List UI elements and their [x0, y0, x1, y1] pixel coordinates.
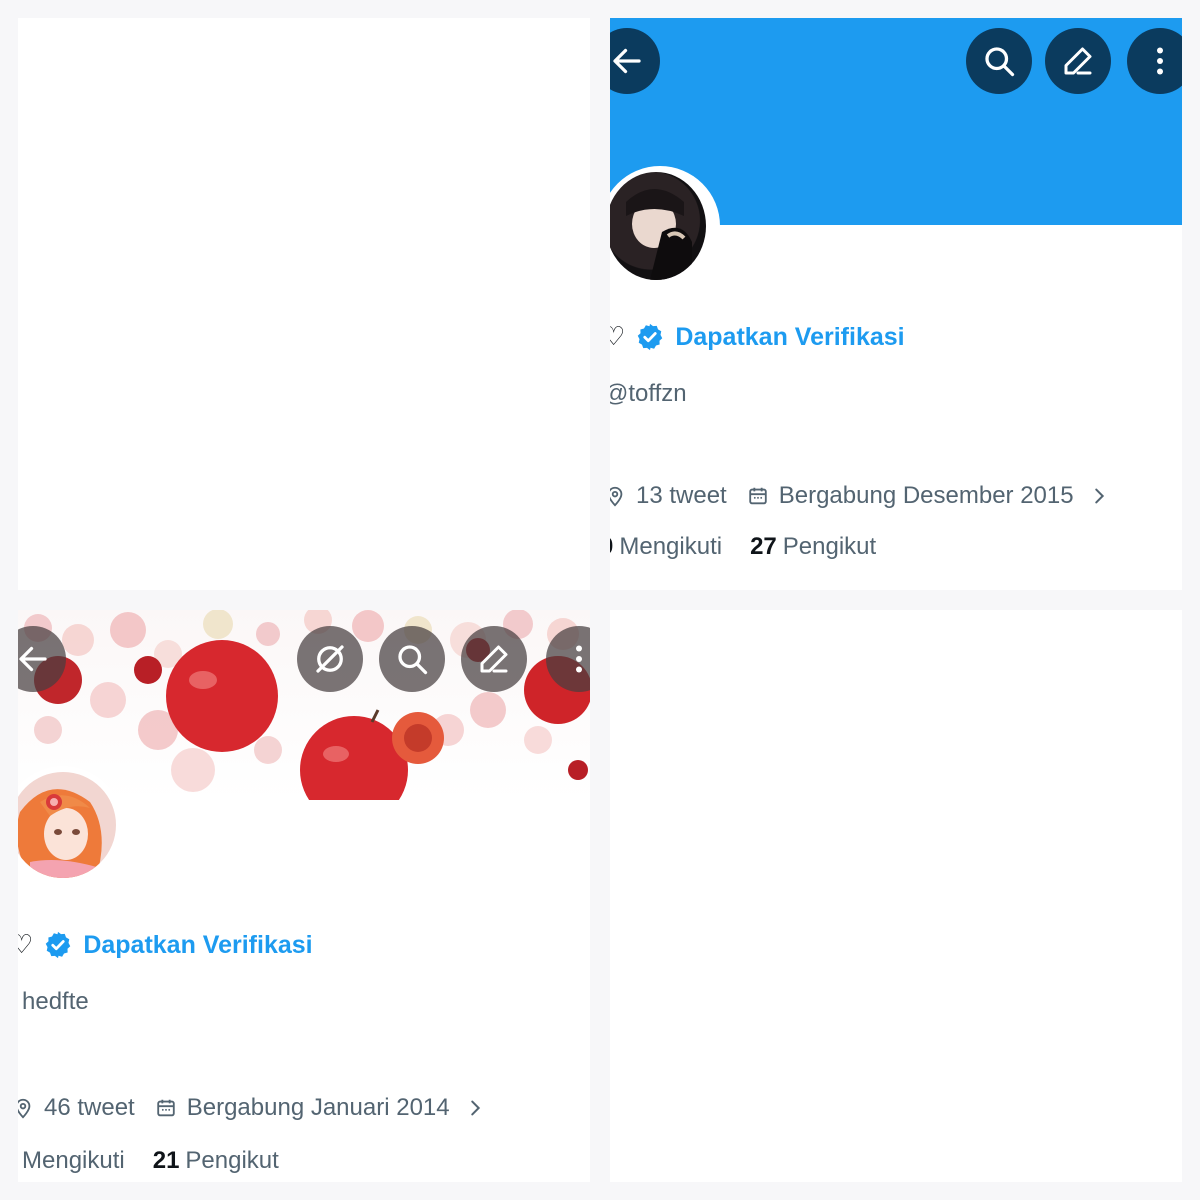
search-icon: [985, 47, 1015, 77]
verified-badge-icon: [638, 323, 663, 351]
back-arrow-icon: [613, 48, 641, 74]
following-label[interactable]: Mengikuti: [619, 533, 722, 561]
tweet-count: 13 tweet: [636, 482, 727, 509]
tweet-count: 46 tweet: [44, 1094, 135, 1121]
edit-button[interactable]: [1045, 28, 1111, 94]
follow-stats-row: Mengikuti 21 Pengikut: [22, 1147, 279, 1175]
blank-panel-top-left: [18, 18, 590, 590]
search-button[interactable]: [379, 626, 445, 692]
followers-count[interactable]: 27: [750, 533, 777, 561]
followers-label[interactable]: Pengikut: [783, 533, 876, 561]
joined-date: Bergabung Desember 2015: [778, 482, 1074, 509]
edit-pencil-icon: [1064, 47, 1092, 75]
get-verified-link[interactable]: Dapatkan Verifikasi: [83, 931, 312, 960]
no-grok-icon: [316, 645, 344, 673]
chevron-right-icon[interactable]: [1088, 485, 1110, 507]
location-pin-icon: [610, 486, 623, 507]
meta-row: 13 tweet Bergabung Desember 2015: [610, 482, 1120, 510]
name-row: ♡ Dapatkan Verifikasi: [610, 322, 905, 352]
search-icon: [398, 645, 428, 675]
followers-label[interactable]: Pengikut: [185, 1147, 278, 1175]
calendar-icon: [749, 487, 767, 505]
location-pin-icon: [18, 1098, 31, 1119]
search-button[interactable]: [966, 28, 1032, 94]
username-handle: @toffzn: [610, 380, 687, 407]
follow-stats-row: 0 Mengikuti 27 Pengikut: [610, 533, 876, 561]
following-label[interactable]: Mengikuti: [22, 1147, 125, 1175]
display-name-fragment: ♡: [610, 322, 626, 352]
verified-badge-icon: [46, 931, 71, 959]
blank-panel-bottom-right: [610, 610, 1182, 1182]
display-name-fragment: ♡: [18, 930, 34, 960]
more-vertical-icon: [1157, 47, 1163, 75]
more-vertical-icon: [576, 645, 582, 673]
followers-count[interactable]: 21: [153, 1147, 180, 1175]
username-handle: hedfte: [22, 988, 89, 1015]
avatar[interactable]: [610, 172, 706, 280]
get-verified-link[interactable]: Dapatkan Verifikasi: [675, 323, 904, 352]
avatar-photo-icon: [626, 189, 692, 280]
profile-panel-hedfte: ♡ Dapatkan Verifikasi hedfte 46 tweet Be…: [18, 610, 590, 1182]
back-arrow-icon: [19, 646, 47, 672]
grok-button[interactable]: [297, 626, 363, 692]
following-count-fragment[interactable]: 0: [610, 533, 613, 561]
edit-pencil-icon: [480, 645, 508, 673]
joined-date: Bergabung Januari 2014: [186, 1094, 450, 1121]
profile-panel-toffzn: ♡ Dapatkan Verifikasi @toffzn 13 tweet B…: [610, 18, 1182, 590]
name-row: ♡ Dapatkan Verifikasi: [18, 930, 313, 960]
meta-row: 46 tweet Bergabung Januari 2014: [18, 1094, 496, 1122]
edit-button[interactable]: [461, 626, 527, 692]
calendar-icon: [157, 1099, 175, 1117]
chevron-right-icon[interactable]: [464, 1097, 486, 1119]
